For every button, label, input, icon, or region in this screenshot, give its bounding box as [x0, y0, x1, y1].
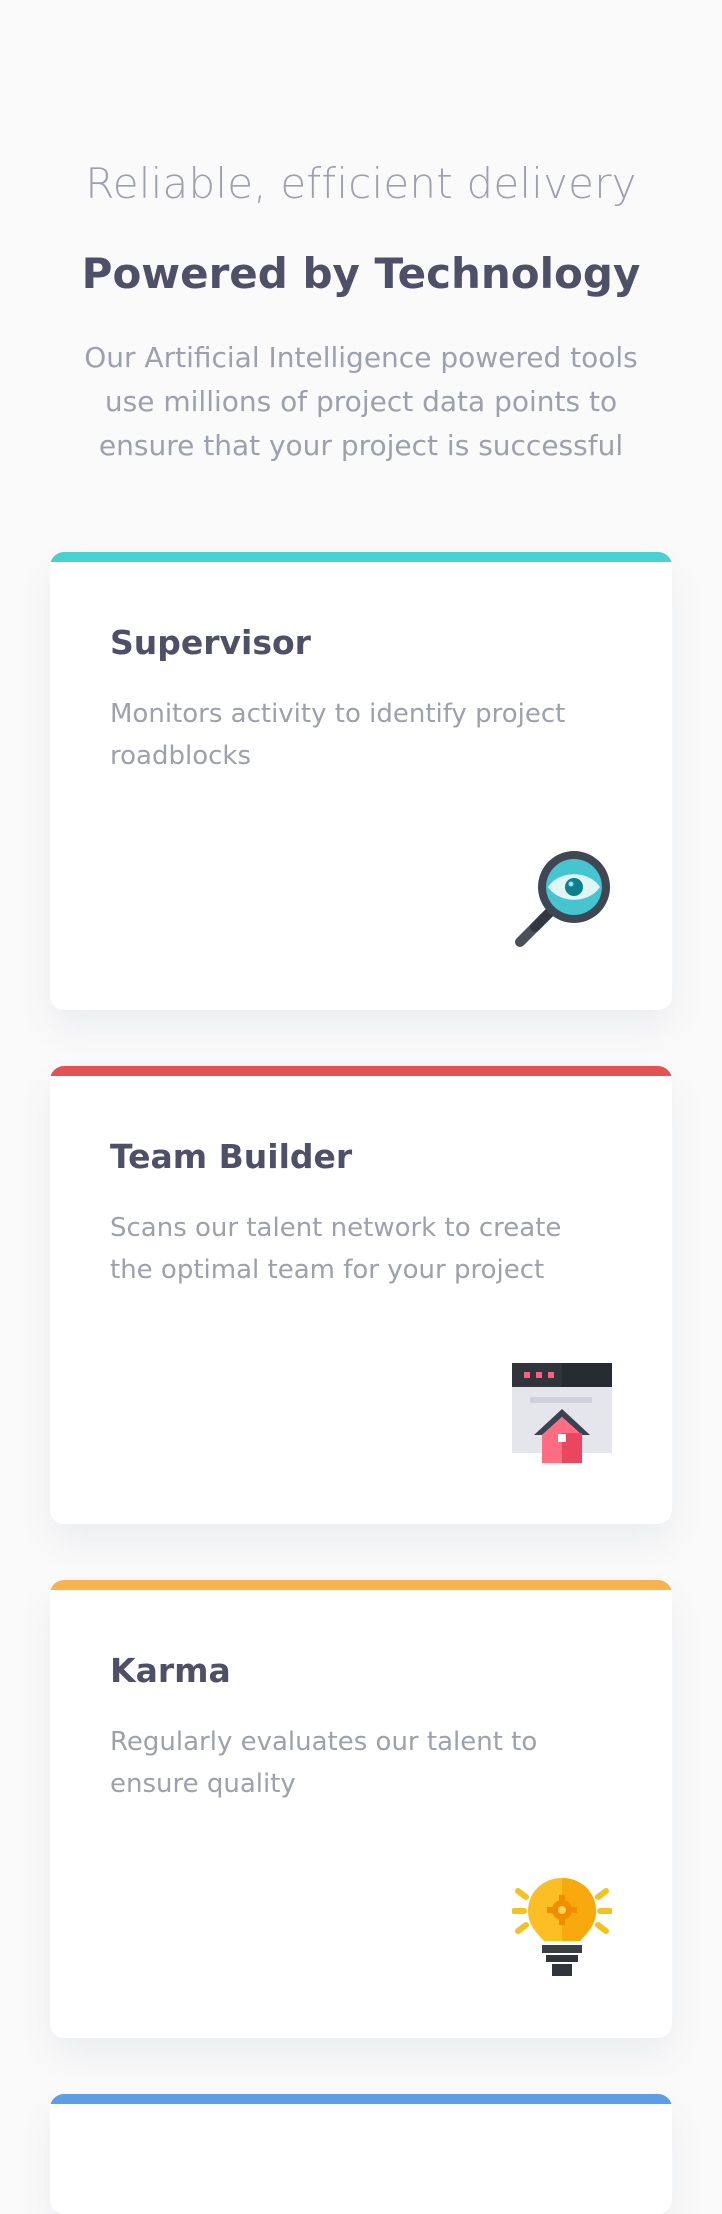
card-content: Karma Regularly evaluates our talent to … [110, 1649, 612, 1805]
card-accent-bar [50, 2094, 672, 2104]
card-accent-bar [50, 1580, 672, 1590]
feature-card-supervisor: Supervisor Monitors activity to identify… [50, 552, 672, 1010]
browser-house-icon [512, 1363, 612, 1463]
card-content: Supervisor Monitors activity to identify… [110, 621, 612, 777]
feature-card-next [50, 2094, 672, 2214]
card-description: Regularly evaluates our talent to ensure… [110, 1727, 538, 1799]
hero-kicker: Reliable, efficient delivery [85, 159, 637, 208]
card-content: Team Builder Scans our talent network to… [110, 1135, 612, 1291]
card-accent-bar [50, 1066, 672, 1076]
lightbulb-gear-icon [512, 1877, 612, 1977]
feature-card-karma: Karma Regularly evaluates our talent to … [50, 1580, 672, 2038]
card-title: Supervisor [110, 623, 311, 662]
card-description: Scans our talent network to create the o… [110, 1213, 562, 1285]
card-description: Monitors activity to identify project ro… [110, 699, 566, 771]
card-title: Karma [110, 1651, 231, 1690]
hero-subtitle: Our Artificial Intelligence powered tool… [84, 341, 638, 462]
hero-title: Powered by Technology [81, 249, 641, 298]
feature-card-team-builder: Team Builder Scans our talent network to… [50, 1066, 672, 1524]
card-accent-bar [50, 552, 672, 562]
magnifier-eye-icon [512, 849, 612, 949]
card-title: Team Builder [110, 1137, 353, 1176]
